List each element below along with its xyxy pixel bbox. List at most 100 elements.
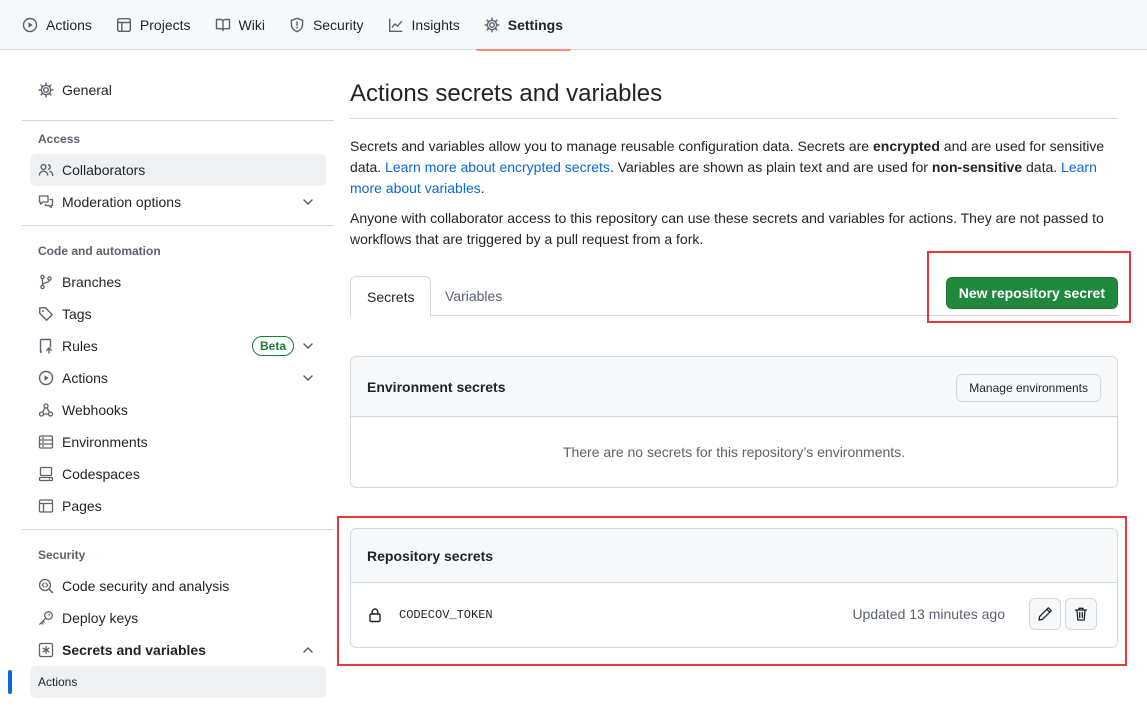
tab-label: Insights	[411, 17, 460, 33]
tab-settings[interactable]: Settings	[475, 0, 572, 51]
repo-nav: Actions Projects Wiki Security Insights …	[0, 0, 1147, 51]
manage-environments-button[interactable]: Manage environments	[956, 374, 1101, 402]
sidebar-item-label: Actions	[62, 370, 108, 386]
intro-bold-non-sensitive: non-sensitive	[931, 159, 1023, 175]
repo-push-icon	[39, 338, 52, 354]
sidebar-divider	[22, 120, 334, 121]
git-branch-icon	[40, 274, 52, 290]
sidebar-item-code-security[interactable]: Code security and analysis	[30, 570, 326, 602]
codescan-icon	[38, 578, 54, 594]
tab-label: Security	[312, 17, 364, 33]
sidebar-item-actions[interactable]: Actions	[30, 362, 326, 394]
browser-icon	[38, 499, 54, 513]
intro-paragraph: Secrets and variables allow you to manag…	[350, 136, 1118, 199]
sidebar-item-tags[interactable]: Tags	[30, 298, 326, 330]
tab-wiki[interactable]: Wiki	[207, 0, 273, 50]
graph-icon	[388, 18, 402, 32]
play-icon	[38, 370, 54, 386]
delete-secret-button[interactable]	[1065, 598, 1097, 630]
title-divider	[350, 118, 1118, 119]
table-icon	[116, 18, 131, 33]
environment-secrets-empty: There are no secrets for this repository…	[562, 444, 906, 460]
intro-text: Secrets and variables allow you to manag…	[350, 138, 873, 154]
sidebar-item-label: Webhooks	[62, 402, 128, 418]
sidebar-item-label: Pages	[62, 498, 102, 514]
sidebar-heading-access: Access	[38, 132, 81, 146]
tab-label: Settings	[507, 17, 563, 33]
lock-icon	[369, 608, 381, 623]
secret-row: CODECOV_TOKEN Updated 13 minutes ago	[351, 583, 1117, 647]
sidebar-item-label: Rules	[62, 338, 98, 354]
tab-label: Actions	[46, 17, 92, 33]
gear-icon	[38, 82, 54, 98]
sidebar-item-secrets-variables[interactable]: Secrets and variables	[30, 634, 326, 666]
key-asterisk-icon	[38, 642, 54, 658]
sidebar-item-label: Moderation options	[62, 194, 182, 210]
tab-label: Wiki	[238, 17, 265, 33]
shield-icon	[290, 17, 304, 33]
tab-projects[interactable]: Projects	[108, 0, 199, 50]
tab-secrets[interactable]: Secrets	[350, 276, 432, 317]
link-encrypted-secrets[interactable]: Learn more about encrypted secrets	[385, 159, 610, 175]
sidebar-heading-security: Security	[38, 548, 86, 562]
sidebar-divider	[22, 225, 334, 226]
repository-secrets-heading: Repository secrets	[367, 547, 494, 564]
server-icon	[38, 435, 54, 449]
tab-variables[interactable]: Variables	[429, 276, 518, 316]
sidebar-divider	[22, 529, 334, 530]
sidebar-item-general[interactable]: General	[30, 74, 326, 106]
secret-updated-time: Updated 13 minutes ago	[852, 606, 1005, 622]
intro-bold-encrypted: encrypted	[872, 138, 940, 154]
sidebar-item-collaborators[interactable]: Collaborators	[30, 154, 326, 186]
sidebar-item-label: Tags	[62, 306, 92, 322]
people-icon	[38, 163, 54, 177]
tab-actions[interactable]: Actions	[14, 0, 100, 50]
chevron-down-icon[interactable]	[300, 370, 316, 386]
sidebar-item-label: Deploy keys	[62, 610, 139, 626]
sidebar-item-label: Actions	[38, 675, 78, 689]
sidebar-item-environments[interactable]: Environments	[30, 426, 326, 458]
sidebar-item-rules[interactable]: Rules Beta	[30, 330, 326, 362]
chevron-up-icon[interactable]	[300, 642, 316, 658]
sidebar-item-pages[interactable]: Pages	[30, 490, 326, 522]
repository-secrets-header: Repository secrets	[351, 529, 1117, 583]
edit-secret-button[interactable]	[1029, 598, 1061, 630]
chevron-down-icon[interactable]	[300, 194, 316, 210]
gear-icon	[484, 17, 500, 33]
comment-discussion-icon	[38, 195, 54, 209]
sidebar-heading-code: Code and automation	[38, 244, 161, 258]
sidebar-item-webhooks[interactable]: Webhooks	[30, 394, 326, 426]
sidebar-item-label: General	[62, 82, 112, 98]
sidebar-item-deploy-keys[interactable]: Deploy keys	[30, 602, 326, 634]
tab-security[interactable]: Security	[281, 0, 372, 50]
tab-label: Projects	[139, 17, 191, 33]
sidebar-item-label: Branches	[62, 274, 122, 290]
sidebar-item-label: Code security and analysis	[62, 578, 230, 594]
book-icon	[215, 18, 230, 32]
sidebar-item-moderation[interactable]: Moderation options	[30, 186, 326, 218]
sidebar-item-label: Environments	[62, 434, 148, 450]
sidebar-subitem-actions[interactable]: Actions	[8, 666, 326, 698]
environment-secrets-box: Environment secrets Manage environments …	[350, 356, 1118, 488]
sidebar-item-codespaces[interactable]: Codespaces	[30, 458, 326, 490]
active-indicator	[8, 670, 12, 694]
new-repository-secret-button[interactable]: New repository secret	[945, 277, 1118, 309]
secret-name: CODECOV_TOKEN	[399, 608, 493, 622]
key-icon	[39, 611, 53, 625]
sidebar-item-label: Collaborators	[62, 162, 146, 178]
environment-secrets-heading: Environment secrets	[367, 378, 506, 395]
chevron-down-icon[interactable]	[300, 338, 316, 354]
webhook-icon	[38, 403, 54, 417]
intro-text: . Variables are shown as plain text and …	[609, 159, 932, 175]
tab-insights[interactable]: Insights	[380, 0, 468, 50]
trash-icon	[1074, 607, 1088, 621]
intro-text: data.	[1022, 159, 1062, 175]
beta-badge: Beta	[251, 336, 294, 356]
collaborator-note: Anyone with collaborator access to this …	[350, 210, 1104, 247]
sidebar-item-label: Secrets and variables	[62, 642, 206, 658]
pencil-icon	[1038, 607, 1052, 621]
page-title: Actions secrets and variables	[350, 80, 663, 107]
sidebar-item-branches[interactable]: Branches	[30, 266, 326, 298]
tag-icon	[39, 307, 53, 321]
sidebar-item-label: Codespaces	[62, 466, 140, 482]
